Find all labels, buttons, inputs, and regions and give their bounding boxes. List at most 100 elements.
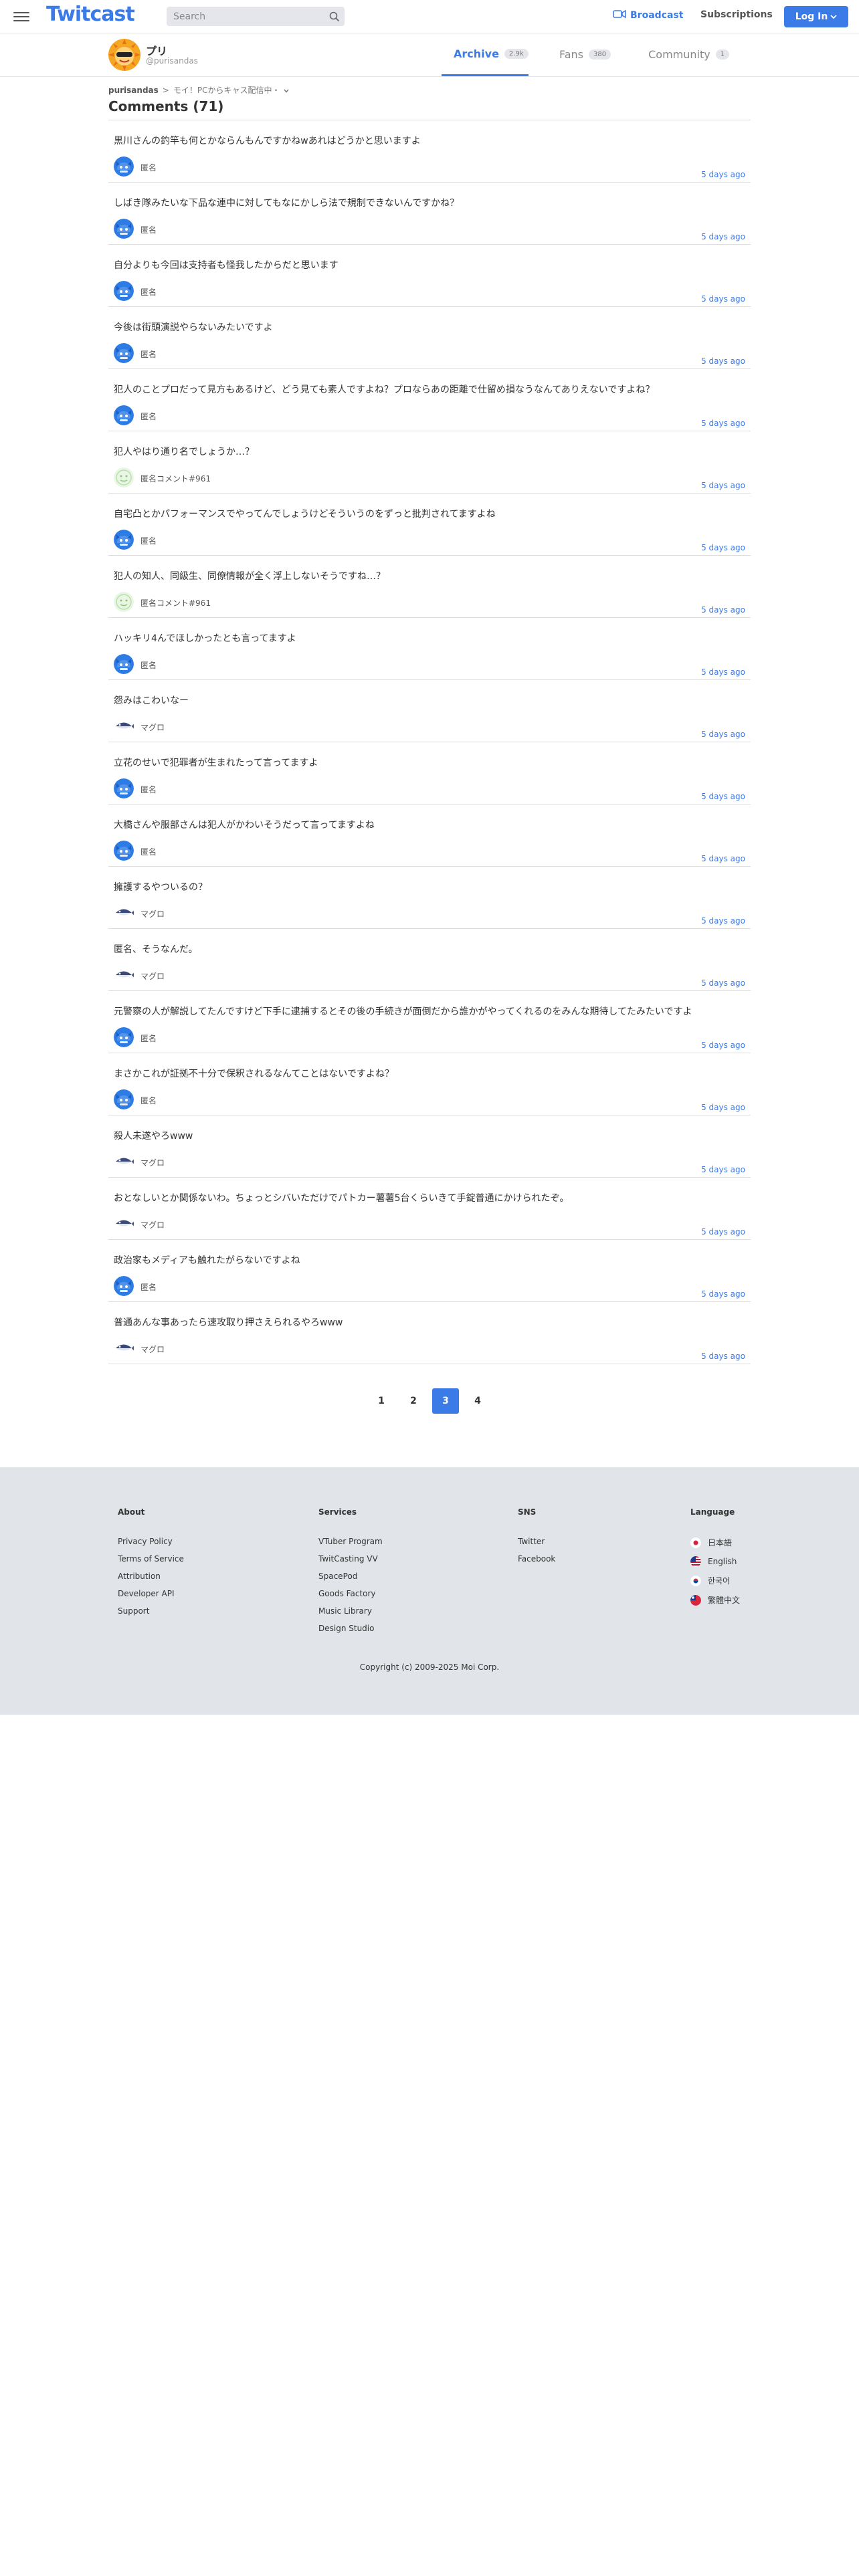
comment-timestamp[interactable]: 5 days ago: [701, 419, 745, 428]
comment-avatar-green-smiley-icon[interactable]: [114, 592, 134, 612]
breadcrumb-category[interactable]: モイ！PCからキャス配信中・: [173, 84, 280, 96]
comment-author[interactable]: マグロ: [140, 722, 165, 733]
footer-link-facebook[interactable]: Facebook: [518, 1554, 555, 1564]
comment-timestamp[interactable]: 5 days ago: [701, 667, 745, 677]
comment-author[interactable]: 匿名: [140, 162, 157, 173]
comment-avatar-blue-mascot-icon[interactable]: [114, 841, 134, 861]
comment-author[interactable]: 匿名: [140, 1033, 157, 1044]
korea-flag-icon: [690, 1575, 701, 1586]
comment-author[interactable]: マグロ: [140, 1344, 165, 1355]
page-button-4[interactable]: 4: [464, 1388, 491, 1414]
login-button[interactable]: Log In: [784, 6, 848, 27]
page-button-3[interactable]: 3: [432, 1388, 459, 1414]
comment-avatar-blue-mascot-icon[interactable]: [114, 219, 134, 239]
page-button-2[interactable]: 2: [400, 1388, 427, 1414]
comment-author[interactable]: 匿名コメント#961: [140, 473, 211, 484]
comment-avatar-tuna-fish-icon[interactable]: [114, 716, 134, 736]
comment-avatar-blue-mascot-icon[interactable]: [114, 530, 134, 550]
comment-timestamp[interactable]: 5 days ago: [701, 1103, 745, 1112]
footer-link-terms[interactable]: Terms of Service: [118, 1554, 184, 1564]
comment-timestamp[interactable]: 5 days ago: [701, 605, 745, 615]
comment-timestamp[interactable]: 5 days ago: [701, 1165, 745, 1174]
comment-timestamp[interactable]: 5 days ago: [701, 170, 745, 179]
comment-avatar-blue-mascot-icon[interactable]: [114, 778, 134, 798]
breadcrumb-user[interactable]: purisandas: [108, 86, 159, 95]
comment-author[interactable]: 匿名: [140, 1281, 157, 1293]
comment-timestamp[interactable]: 5 days ago: [701, 792, 745, 801]
comment-timestamp[interactable]: 5 days ago: [701, 916, 745, 926]
comment-text: 自宅凸とかパフォーマンスでやってんでしょうけどそういうのをずっと批判されてますよ…: [114, 509, 496, 520]
comment-author[interactable]: 匿名: [140, 659, 157, 671]
language-option-japanese[interactable]: 日本語: [690, 1537, 740, 1548]
footer-link-privacy-policy[interactable]: Privacy Policy: [118, 1537, 184, 1546]
footer-link-spacepod[interactable]: SpacePod: [318, 1572, 383, 1581]
chevron-down-icon[interactable]: [284, 86, 290, 95]
comment-avatar-tuna-fish-icon[interactable]: [114, 1152, 134, 1172]
language-label: English: [708, 1557, 737, 1566]
comment-avatar-blue-mascot-icon[interactable]: [114, 343, 134, 363]
comment-author[interactable]: 匿名: [140, 1095, 157, 1106]
footer-link-twitter[interactable]: Twitter: [518, 1537, 555, 1546]
tab-archive[interactable]: Archive 2.9k: [442, 33, 529, 76]
comment-timestamp[interactable]: 5 days ago: [701, 481, 745, 490]
site-logo[interactable]: Twitcast: [46, 3, 135, 26]
comment-timestamp[interactable]: 5 days ago: [701, 854, 745, 863]
comment-author[interactable]: 匿名コメント#961: [140, 597, 211, 609]
language-option-english[interactable]: English: [690, 1556, 740, 1567]
comment-avatar-blue-mascot-icon[interactable]: [114, 1027, 134, 1047]
comment-avatar-tuna-fish-icon[interactable]: [114, 1338, 134, 1358]
comment-avatar-tuna-fish-icon[interactable]: [114, 965, 134, 985]
footer-link-twitcasting-vv[interactable]: TwitCasting VV: [318, 1554, 383, 1564]
comment-avatar-tuna-fish-icon[interactable]: [114, 903, 134, 923]
comment-avatar-blue-mascot-icon[interactable]: [114, 281, 134, 301]
language-option-traditional-chinese[interactable]: 繁體中文: [690, 1594, 740, 1606]
profile-avatar[interactable]: [108, 39, 140, 71]
footer-link-support[interactable]: Support: [118, 1606, 184, 1616]
broadcast-button[interactable]: Broadcast: [613, 9, 683, 21]
footer-link-attribution[interactable]: Attribution: [118, 1572, 184, 1581]
search-input[interactable]: [167, 11, 324, 22]
tab-fans[interactable]: Fans 380: [549, 33, 622, 75]
comment-text: 普通あんな事あったら速攻取り押さえられるやろwww: [114, 1317, 343, 1328]
page-button-1[interactable]: 1: [368, 1388, 395, 1414]
comment-avatar-blue-mascot-icon[interactable]: [114, 1089, 134, 1109]
search-icon[interactable]: [324, 7, 345, 26]
comment-timestamp[interactable]: 5 days ago: [701, 1352, 745, 1361]
comment-author[interactable]: 匿名: [140, 846, 157, 857]
comment-timestamp[interactable]: 5 days ago: [701, 730, 745, 739]
comment-timestamp[interactable]: 5 days ago: [701, 1289, 745, 1299]
comment-avatar-tuna-fish-icon[interactable]: [114, 1214, 134, 1234]
comment-timestamp[interactable]: 5 days ago: [701, 1041, 745, 1050]
comment-author[interactable]: マグロ: [140, 1219, 165, 1230]
comment-author[interactable]: マグロ: [140, 1157, 165, 1168]
comment-avatar-blue-mascot-icon[interactable]: [114, 1276, 134, 1296]
comment-author[interactable]: 匿名: [140, 411, 157, 422]
footer-link-developer-api[interactable]: Developer API: [118, 1589, 184, 1598]
subscriptions-link[interactable]: Subscriptions: [700, 9, 773, 20]
footer-link-vtuber-program[interactable]: VTuber Program: [318, 1537, 383, 1546]
footer-link-goods-factory[interactable]: Goods Factory: [318, 1589, 383, 1598]
comment-author[interactable]: マグロ: [140, 970, 165, 982]
comment-timestamp[interactable]: 5 days ago: [701, 978, 745, 988]
comment-author[interactable]: 匿名: [140, 224, 157, 235]
comment-author[interactable]: 匿名: [140, 784, 157, 795]
comment-avatar-blue-mascot-icon[interactable]: [114, 654, 134, 674]
tab-community[interactable]: Community 1: [638, 33, 740, 75]
comment-author[interactable]: 匿名: [140, 535, 157, 546]
comment-author[interactable]: マグロ: [140, 908, 165, 920]
menu-icon[interactable]: [13, 9, 29, 23]
comment-timestamp[interactable]: 5 days ago: [701, 232, 745, 241]
comment-timestamp[interactable]: 5 days ago: [701, 294, 745, 304]
comment-author[interactable]: 匿名: [140, 348, 157, 360]
footer-link-design-studio[interactable]: Design Studio: [318, 1624, 383, 1633]
comment-timestamp[interactable]: 5 days ago: [701, 356, 745, 366]
comment-timestamp[interactable]: 5 days ago: [701, 543, 745, 552]
comment-avatar-blue-mascot-icon[interactable]: [114, 156, 134, 177]
comment-author[interactable]: 匿名: [140, 286, 157, 298]
footer-language: Language 日本語 English 한국어 繁體中文: [690, 1507, 740, 1614]
comment-timestamp[interactable]: 5 days ago: [701, 1227, 745, 1237]
comment-avatar-green-smiley-icon[interactable]: [114, 467, 134, 488]
comment-avatar-blue-mascot-icon[interactable]: [114, 405, 134, 425]
language-option-korean[interactable]: 한국어: [690, 1575, 740, 1586]
footer-link-music-library[interactable]: Music Library: [318, 1606, 383, 1616]
